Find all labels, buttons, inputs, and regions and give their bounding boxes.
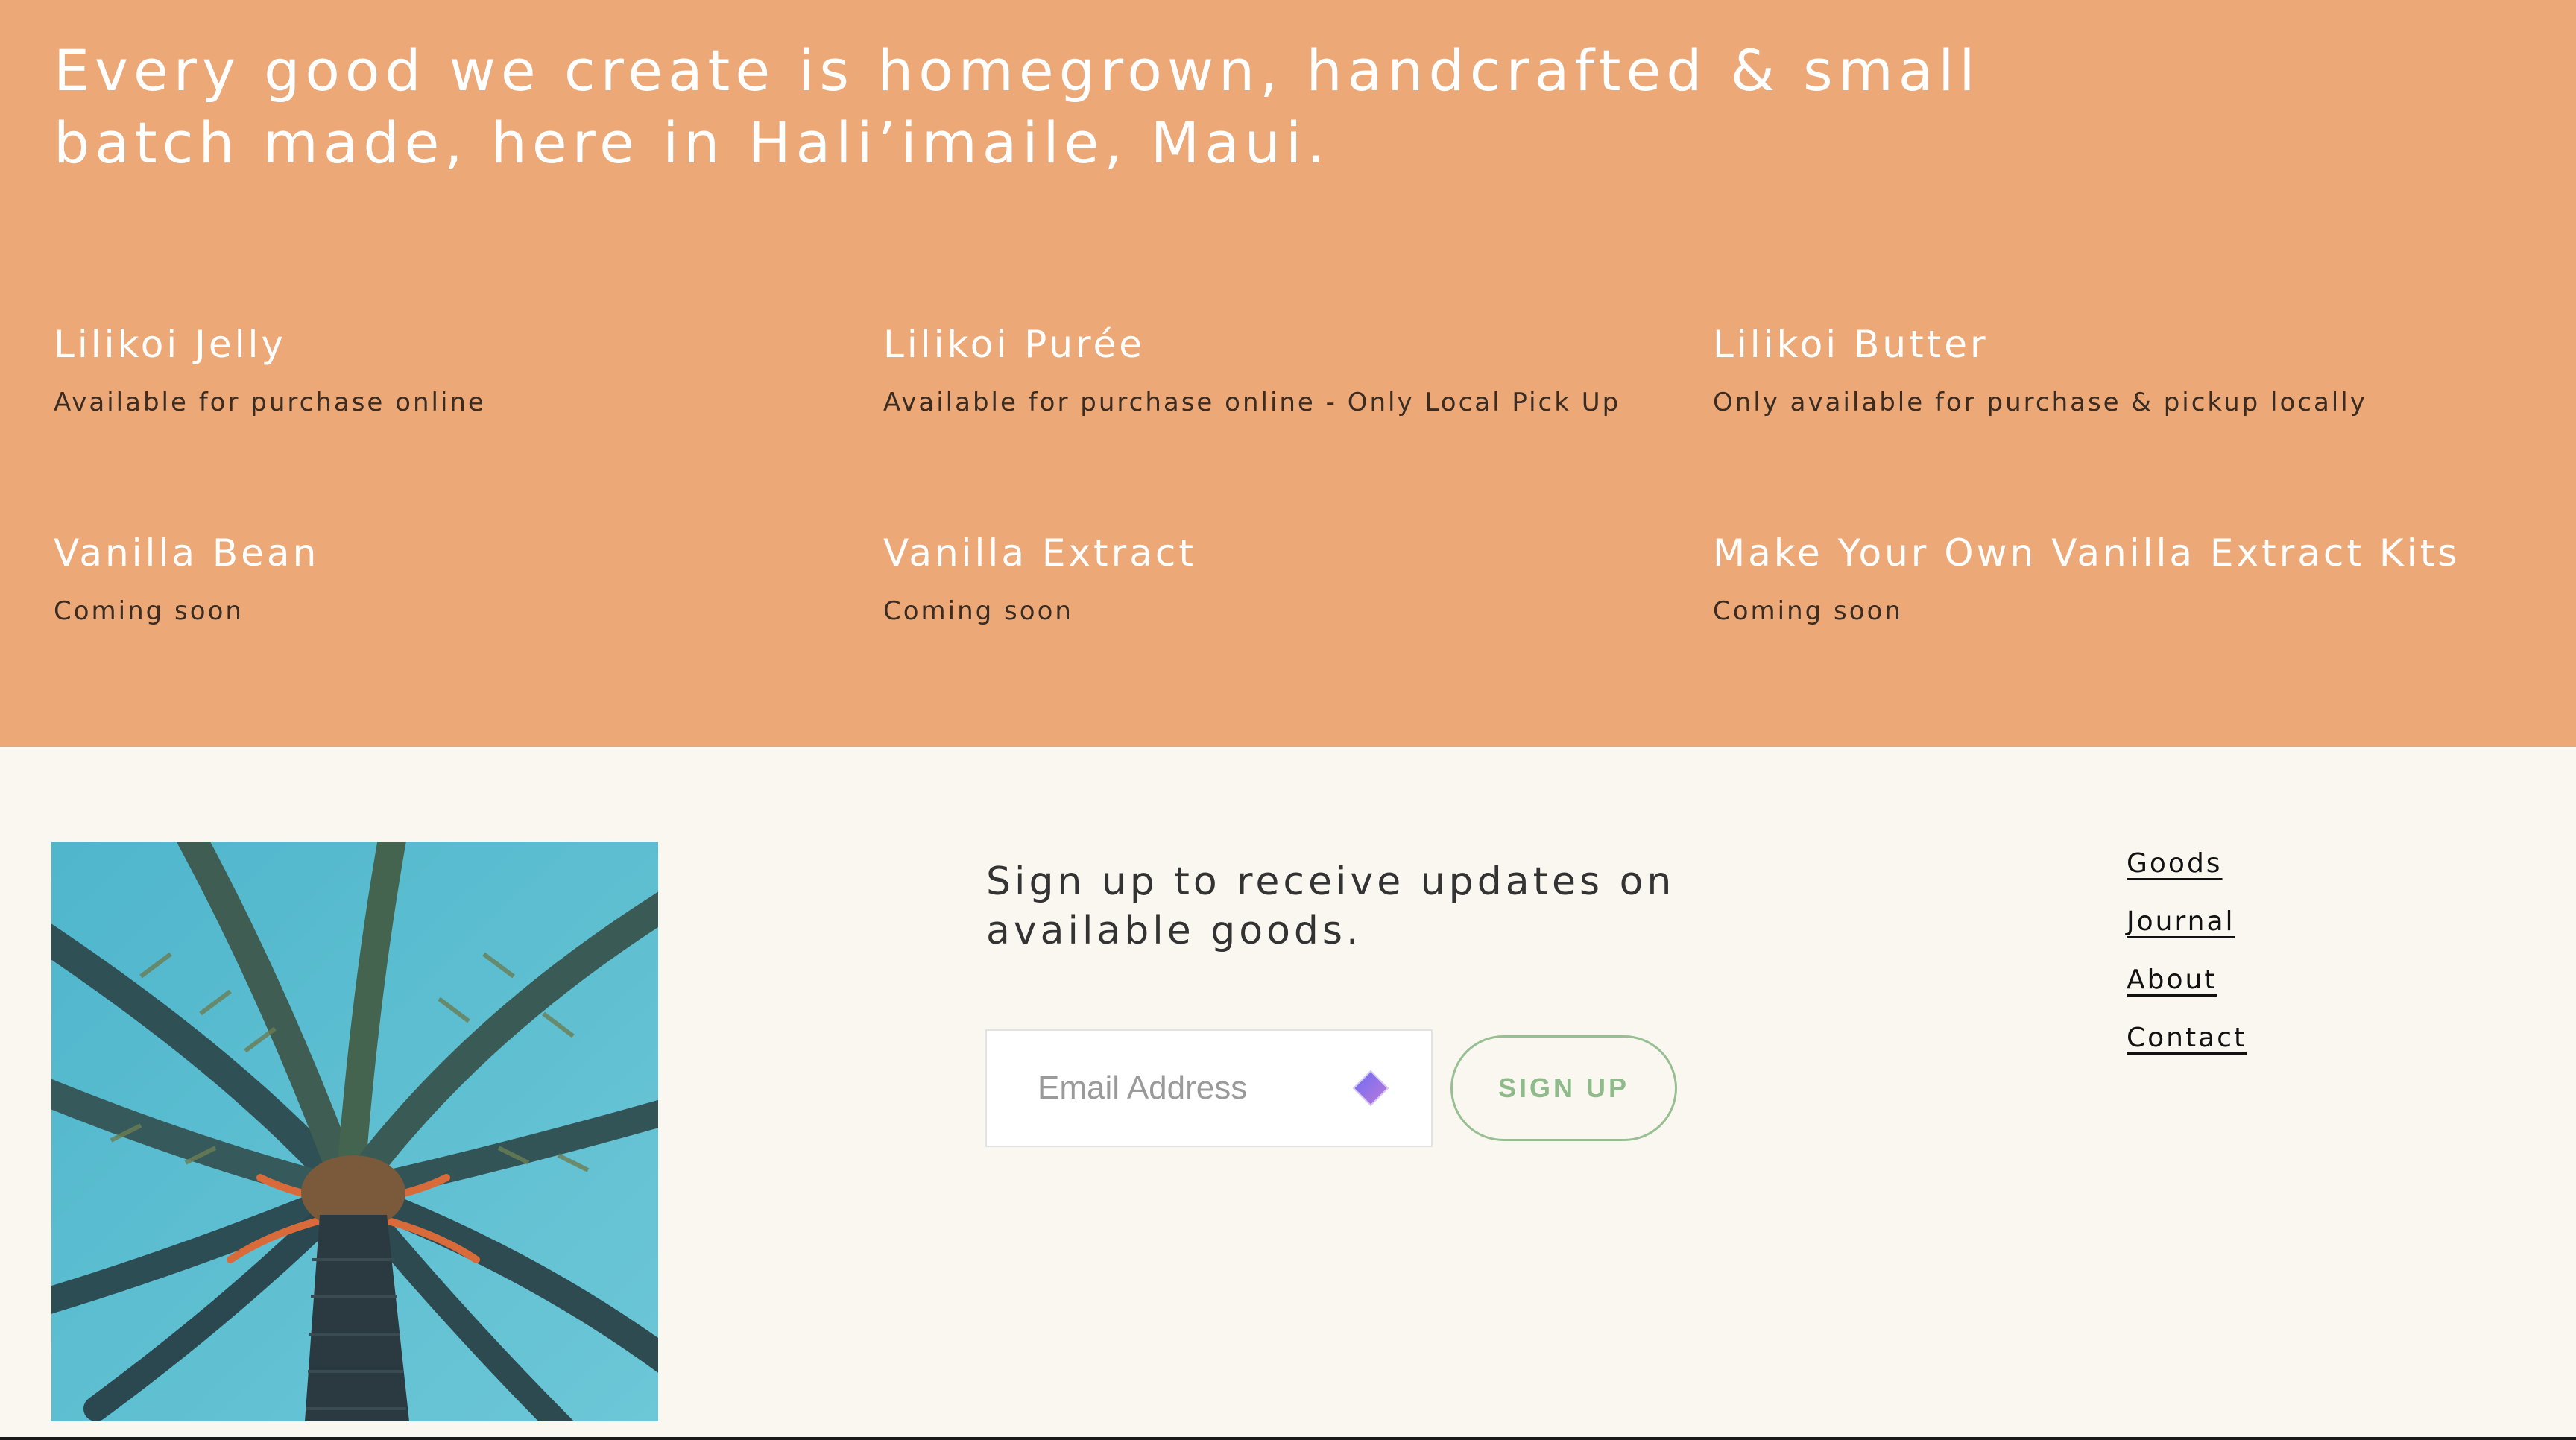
password-manager-icon[interactable] (1351, 1068, 1391, 1108)
product-name: Vanilla Extract (883, 531, 1196, 575)
product-status: Available for purchase online - Only Loc… (883, 388, 1621, 417)
window-bottom-edge (0, 1437, 2576, 1440)
product-item: Lilikoi Jelly Available for purchase onl… (54, 322, 836, 419)
product-status: Coming soon (1713, 596, 1903, 626)
product-name: Lilikoi Jelly (54, 323, 286, 366)
product-item: Vanilla Extract Coming soon (883, 531, 1666, 628)
product-status: Coming soon (883, 596, 1073, 626)
product-item: Lilikoi Butter Only available for purcha… (1713, 322, 2496, 419)
footer-nav-journal[interactable]: Journal (2127, 893, 2247, 951)
product-name: Vanilla Bean (54, 531, 320, 575)
signup-heading: Sign up to receive updates on available … (986, 859, 1676, 953)
hero-headline: Every good we create is homegrown, handc… (54, 37, 1980, 176)
footer-nav-contact[interactable]: Contact (2127, 1009, 2247, 1067)
signup-button[interactable]: SIGN UP (1450, 1035, 1677, 1141)
hero-section: Every good we create is homegrown, handc… (0, 0, 2576, 747)
product-name: Lilikoi Butter (1713, 323, 1989, 366)
product-name: Lilikoi Purée (883, 323, 1146, 366)
footer-nav-goods[interactable]: Goods (2127, 835, 2247, 893)
product-status: Coming soon (54, 596, 244, 626)
product-status: Only available for purchase & pickup loc… (1713, 388, 2367, 417)
product-item: Vanilla Bean Coming soon (54, 531, 836, 628)
product-item: Make Your Own Vanilla Extract Kits Comin… (1713, 531, 2496, 628)
footer-nav: Goods Journal About Contact (2127, 835, 2247, 1067)
product-item: Lilikoi Purée Available for purchase onl… (883, 322, 1666, 419)
product-status: Available for purchase online (54, 388, 486, 417)
product-name: Make Your Own Vanilla Extract Kits (1713, 531, 2460, 575)
palm-tree-photo (51, 842, 658, 1421)
footer-nav-about[interactable]: About (2127, 951, 2247, 1009)
